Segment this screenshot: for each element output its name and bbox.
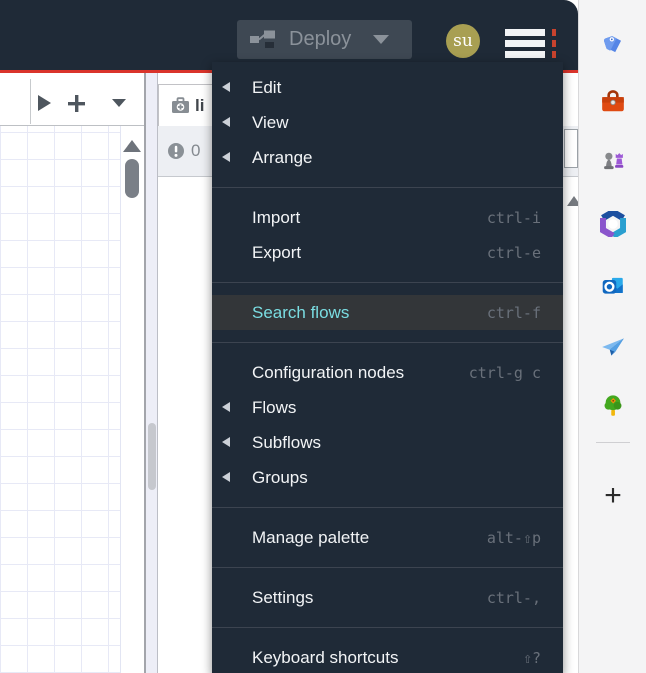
deploy-icon xyxy=(250,30,275,48)
main-menu: Edit View Arrange Import ctrl-i Export c… xyxy=(212,62,563,673)
search-box-fragment[interactable] xyxy=(564,129,578,168)
submenu-arrow-icon xyxy=(222,402,230,412)
menu-item-groups[interactable]: Groups xyxy=(212,460,563,495)
canvas-grid[interactable] xyxy=(0,126,121,673)
sidebar-divider xyxy=(596,442,630,443)
tree-icon[interactable] xyxy=(599,392,627,420)
node-red-editor: li 0 Deploy su Edit View Arrange Import … xyxy=(0,0,646,673)
menu-item-settings[interactable]: Settings ctrl-, xyxy=(212,580,563,615)
menu-separator xyxy=(212,507,563,508)
menu-item-search-flows[interactable]: Search flows ctrl-f xyxy=(212,295,563,330)
warning-count-icon xyxy=(168,143,184,159)
menu-item-import[interactable]: Import ctrl-i xyxy=(212,200,563,235)
plus-icon xyxy=(68,95,85,112)
submenu-arrow-icon xyxy=(222,437,230,447)
chevron-down-icon xyxy=(373,35,390,44)
deploy-label: Deploy xyxy=(289,28,352,50)
chess-icon[interactable] xyxy=(599,146,627,174)
submenu-arrow-icon xyxy=(222,472,230,482)
browser-sidebar: + xyxy=(578,0,646,673)
flow-list-button[interactable] xyxy=(112,99,126,107)
add-sidebar-item-button[interactable]: + xyxy=(604,481,622,511)
menu-item-subflows[interactable]: Subflows xyxy=(212,425,563,460)
menu-separator xyxy=(212,187,563,188)
menu-item-arrange[interactable]: Arrange xyxy=(212,140,563,175)
medkit-icon xyxy=(172,97,189,113)
tab-scroll-icon[interactable] xyxy=(38,95,51,111)
menu-separator xyxy=(212,567,563,568)
tabbar-divider xyxy=(30,79,31,124)
submenu-arrow-icon xyxy=(222,152,230,162)
add-flow-button[interactable] xyxy=(68,95,85,117)
hamburger-menu-button[interactable] xyxy=(505,29,545,59)
menu-separator xyxy=(212,342,563,343)
menu-separator xyxy=(212,282,563,283)
user-avatar[interactable]: su xyxy=(446,24,480,58)
toolbox-icon[interactable] xyxy=(599,88,627,116)
microsoft-365-icon[interactable] xyxy=(599,210,627,238)
avatar-initials: su xyxy=(453,31,473,51)
menu-separator xyxy=(212,627,563,628)
menu-item-keyboard-shortcuts[interactable]: Keyboard shortcuts ⇧? xyxy=(212,640,563,673)
menu-item-view[interactable]: View xyxy=(212,105,563,140)
submenu-arrow-icon xyxy=(222,82,230,92)
tag-icon[interactable] xyxy=(599,30,627,58)
outlook-icon[interactable] xyxy=(599,272,627,300)
menu-item-flows[interactable]: Flows xyxy=(212,390,563,425)
sidebar-scrollbar-thumb[interactable] xyxy=(148,423,156,490)
paper-plane-icon[interactable] xyxy=(599,333,627,361)
menu-item-export[interactable]: Export ctrl-e xyxy=(212,235,563,270)
scroll-up-icon[interactable] xyxy=(123,140,141,152)
menu-item-configuration-nodes[interactable]: Configuration nodes ctrl-g c xyxy=(212,355,563,390)
flow-tab-label: li xyxy=(195,95,205,115)
warning-count: 0 xyxy=(191,141,201,160)
hamburger-icon xyxy=(505,29,545,36)
sidebar-scrollbar[interactable] xyxy=(146,73,158,673)
menu-item-edit[interactable]: Edit xyxy=(212,70,563,105)
submenu-arrow-icon xyxy=(222,117,230,127)
deploy-button[interactable]: Deploy xyxy=(237,20,412,59)
canvas-scrollbar-thumb[interactable] xyxy=(125,159,139,198)
menu-item-manage-palette[interactable]: Manage palette alt-⇧p xyxy=(212,520,563,555)
